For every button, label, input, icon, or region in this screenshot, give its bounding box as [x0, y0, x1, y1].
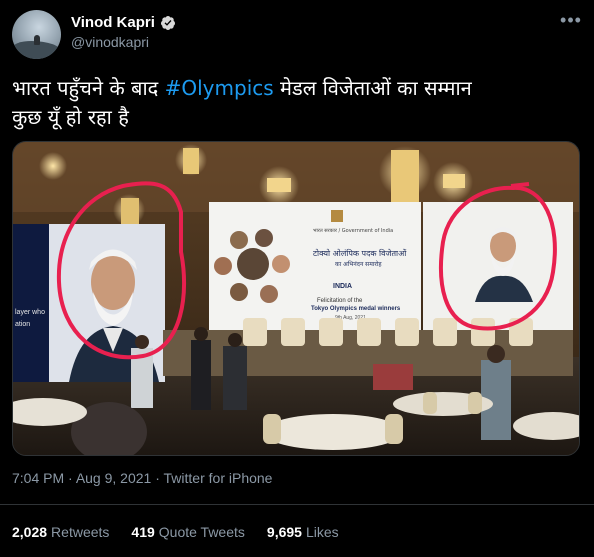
hashtag-link[interactable]: #Olympics [165, 76, 274, 100]
retweets-label: Retweets [51, 524, 110, 540]
quotes-count: 419 [131, 524, 155, 540]
left-screen-text: ation [15, 321, 30, 328]
tweet-text: भारत पहुँचने के बाद #Olympics मेडल विजेत… [12, 74, 582, 132]
banner-title-en: Tokyo Olympics medal winners [311, 306, 401, 312]
avatar[interactable] [12, 10, 61, 59]
tweet-media-photo[interactable]: layer who ation भारत सरकार / Government … [12, 141, 580, 456]
verified-badge-icon [160, 15, 175, 30]
banner-subtitle-hindi: का अभिनंदन समारोह [335, 260, 382, 268]
tweet-text-part: मेडल विजेताओं का सम्मान [273, 76, 472, 100]
center-banner: भारत सरकार / Government of India टोक्यो … [209, 202, 421, 330]
likes-stat[interactable]: 9,695 Likes [267, 524, 339, 540]
tweet-header: Vinod Kapri @vinodkapri ••• [12, 10, 582, 60]
banner-india: INDIA [333, 283, 352, 290]
tweet-text-line2: कुछ यूँ हो रहा है [12, 105, 129, 129]
tweet-text-part: भारत पहुँचने के बाद [12, 76, 165, 100]
quotes-label: Quote Tweets [158, 524, 245, 540]
display-name[interactable]: Vinod Kapri [71, 14, 155, 31]
meta-separator: · [151, 470, 164, 486]
tweet-date[interactable]: Aug 9, 2021 [76, 470, 152, 486]
divider [0, 504, 594, 505]
banner-title-hindi: टोक्यो ओलंपिक पदक विजेताओं [313, 248, 407, 258]
likes-count: 9,695 [266, 524, 302, 540]
quote-tweets-stat[interactable]: 419 Quote Tweets [131, 524, 245, 540]
author-block: Vinod Kapri @vinodkapri [71, 14, 176, 50]
likes-label: Likes [305, 524, 339, 540]
meta-separator: · [64, 470, 76, 486]
banner-felicitation: Felicitation of the [317, 298, 363, 304]
tweet-meta: 7:04 PM · Aug 9, 2021 · Twitter for iPho… [12, 470, 272, 486]
left-screen-text: layer who [15, 309, 45, 316]
handle[interactable]: @vinodkapri [71, 34, 176, 50]
tweet-source[interactable]: Twitter for iPhone [164, 470, 273, 486]
banner-ministry: भारत सरकार / Government of India [313, 228, 393, 234]
tweet-stats: 2,028 Retweets 419 Quote Tweets 9,695 Likes [12, 524, 339, 540]
more-icon[interactable]: ••• [560, 11, 582, 34]
retweets-count: 2,028 [12, 524, 48, 540]
retweets-stat[interactable]: 2,028 Retweets [12, 524, 109, 540]
tweet-time[interactable]: 7:04 PM [12, 470, 64, 486]
